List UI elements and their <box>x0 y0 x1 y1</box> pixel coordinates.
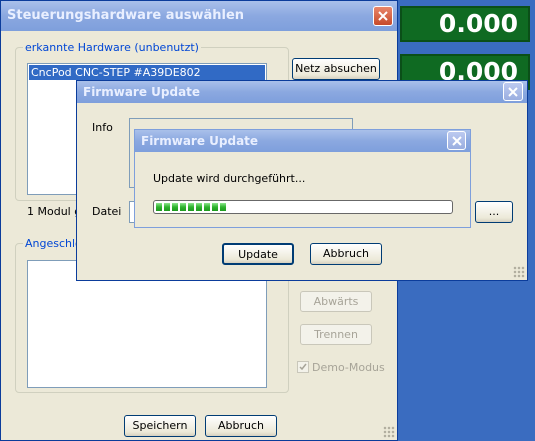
firmware-dialog-titlebar: Firmware Update <box>77 81 527 103</box>
progress-segment <box>180 203 186 211</box>
progress-segment <box>188 203 194 211</box>
progress-message: Update wird durchgeführt... <box>153 172 306 185</box>
checkmark-icon <box>299 363 307 371</box>
firmware-dialog-title: Firmware Update <box>83 85 201 99</box>
progress-segment <box>172 203 178 211</box>
move-down-button[interactable]: Abwärts <box>300 291 372 312</box>
connected-hardware-label: Angeschlo <box>23 237 84 250</box>
disconnect-button[interactable]: Trennen <box>300 324 372 345</box>
hardware-cancel-button[interactable]: Abbruch <box>205 415 277 437</box>
close-icon <box>508 87 518 97</box>
detected-hardware-label: erkannte Hardware (unbenutzt) <box>23 41 201 54</box>
hardware-dialog-title: Steuerungshardware auswählen <box>7 8 245 23</box>
dro-display-1: 0.000 <box>400 6 530 42</box>
resize-grip[interactable] <box>513 266 525 278</box>
detected-hardware-item[interactable]: CncPod CNC-STEP #A39DE802 <box>29 65 265 80</box>
progress-segment <box>156 203 162 211</box>
save-button[interactable]: Speichern <box>124 415 196 437</box>
progress-bar <box>153 200 453 214</box>
progress-segment <box>220 203 226 211</box>
info-label: Info <box>92 121 113 134</box>
firmware-dialog-close-button[interactable] <box>503 82 523 101</box>
progress-segment <box>212 203 218 211</box>
scan-network-button[interactable]: Netz absuchen <box>292 58 380 80</box>
update-button[interactable]: Update <box>222 243 294 265</box>
progress-segment <box>204 203 210 211</box>
hardware-dialog-titlebar: Steuerungshardware auswählen <box>1 1 397 31</box>
progress-dialog-titlebar: Firmware Update <box>135 130 470 152</box>
close-icon <box>452 136 462 146</box>
progress-dialog: Firmware Update Update wird durchgeführt… <box>134 129 471 228</box>
progress-segment <box>196 203 202 211</box>
progress-dialog-close-button[interactable] <box>447 131 466 150</box>
demo-mode-label: Demo-Modus <box>312 361 385 374</box>
browse-button[interactable]: ... <box>475 201 513 223</box>
firmware-cancel-button[interactable]: Abbruch <box>310 243 382 265</box>
file-label: Datei <box>92 205 122 218</box>
hardware-dialog-close-button[interactable] <box>373 6 393 26</box>
progress-segment <box>164 203 170 211</box>
resize-grip[interactable] <box>383 426 395 438</box>
close-icon <box>378 11 388 21</box>
progress-dialog-title: Firmware Update <box>141 134 259 148</box>
demo-mode-checkbox[interactable] <box>297 361 309 373</box>
